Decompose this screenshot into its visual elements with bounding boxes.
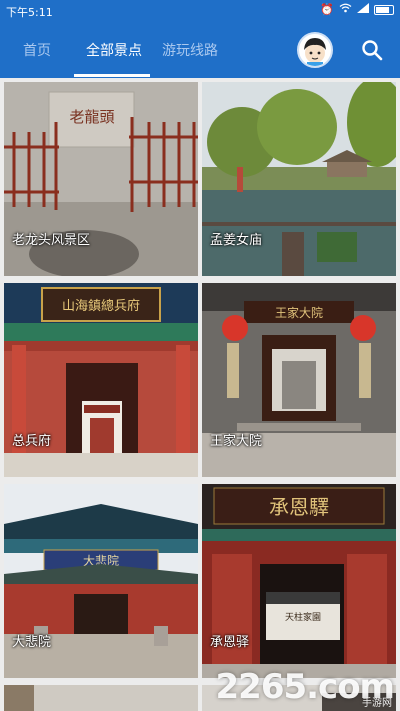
spot-card-laolongtou[interactable]: 老龍頭 老龙头风景区 xyxy=(4,82,198,276)
spot-card-chengenyi[interactable]: 承恩驛 天柱家園 承恩驿 xyxy=(202,484,396,678)
active-tab-indicator xyxy=(74,74,150,77)
user-avatar-icon xyxy=(304,38,326,66)
spot-name: 王家大院 xyxy=(210,434,263,449)
spot-name: 承恩驿 xyxy=(210,635,250,650)
spot-card-mengjiangnu[interactable]: 孟姜女庙 xyxy=(202,82,396,276)
spot-name: 孟姜女庙 xyxy=(210,233,263,248)
tianzhu-sign-text: 天柱家園 xyxy=(285,611,321,623)
spot-card-wangjia[interactable]: 王家大院 王家大院 xyxy=(202,283,396,477)
tab-routes[interactable]: 游玩线路 xyxy=(162,40,218,60)
spot-name: 老龙头风景区 xyxy=(12,233,91,248)
avatar[interactable] xyxy=(297,32,333,68)
chengenyi-sign-text: 承恩驛 xyxy=(269,495,329,519)
spot-grid: 老龍頭 老龙头风景区 孟姜女庙 山海鎮總兵府 总兵府 王家大院 王家大院 大悲院… xyxy=(0,78,400,711)
alarm-icon: ⏰ xyxy=(320,3,334,16)
tab-all-spots[interactable]: 全部景点 xyxy=(86,40,142,60)
spot-card-dabeiyuan[interactable]: 大悲院 大悲院 xyxy=(4,484,198,678)
spot-card-zongbingfu[interactable]: 山海鎮總兵府 总兵府 xyxy=(4,283,198,477)
app-bar: 首页 全部景点 游玩线路 xyxy=(0,22,400,78)
spot-name: 总兵府 xyxy=(12,434,52,449)
status-time: 下午5:11 xyxy=(6,6,53,19)
tab-home[interactable]: 首页 xyxy=(23,40,51,60)
spot-card-partial[interactable] xyxy=(4,685,198,711)
status-bar: 下午5:11 ⏰ xyxy=(0,0,400,22)
laolongtou-sign-text: 老龍頭 xyxy=(69,108,114,126)
battery-icon xyxy=(374,4,394,15)
wangjia-sign-text: 王家大院 xyxy=(275,305,323,320)
status-icons: ⏰ xyxy=(320,3,394,16)
spot-name: 大悲院 xyxy=(12,635,52,650)
search-icon[interactable] xyxy=(360,38,384,62)
zongbingfu-sign-text: 山海鎮總兵府 xyxy=(62,298,140,314)
spot-photo xyxy=(4,685,198,711)
watermark-logo: 2265.com 手游网 xyxy=(215,667,395,709)
signal-icon xyxy=(357,3,369,16)
wifi-icon xyxy=(339,3,352,16)
